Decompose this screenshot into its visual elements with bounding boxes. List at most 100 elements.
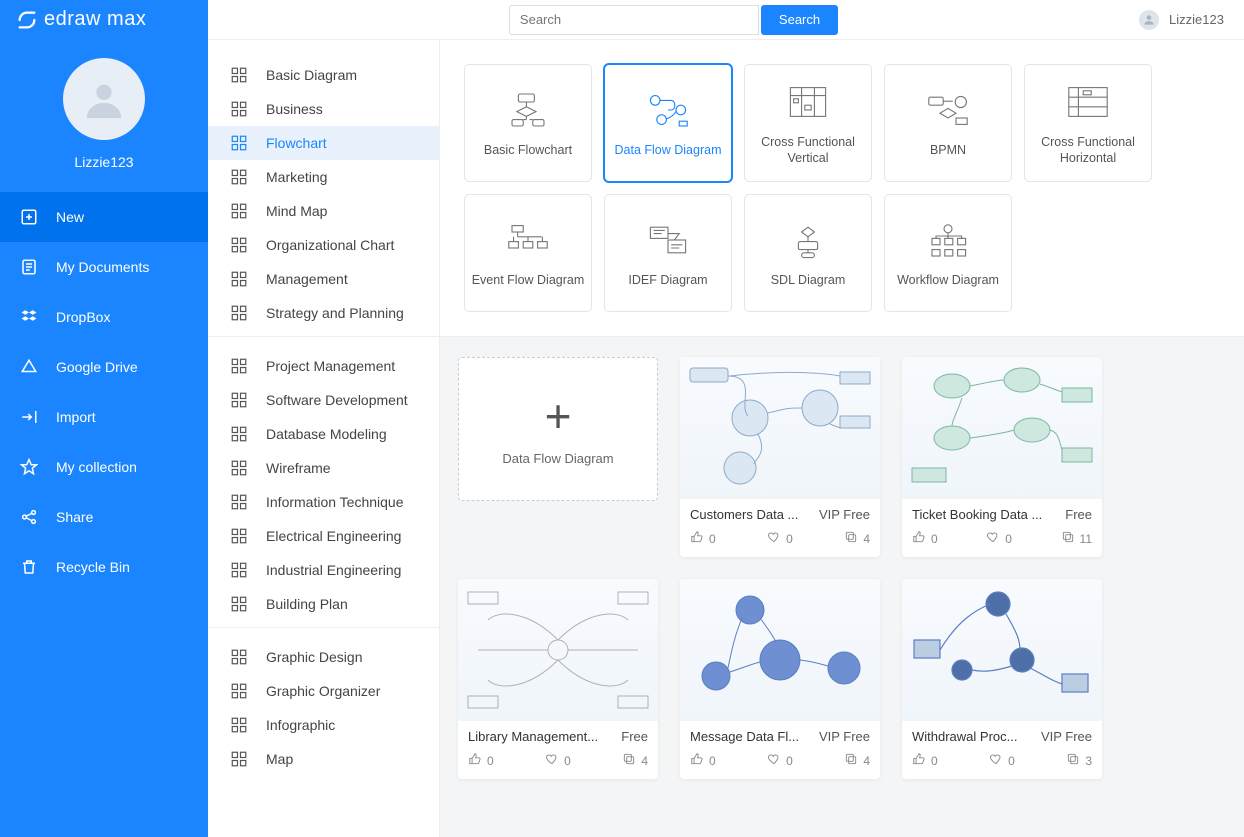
template-card[interactable]: Customers Data ...VIP Free004 [680,357,880,557]
user-menu[interactable]: Lizzie123 [1139,10,1224,30]
category-icon [230,459,248,477]
category-item[interactable]: Database Modeling [208,417,439,451]
category-item[interactable]: Organizational Chart [208,228,439,262]
sidebar-item-my-documents[interactable]: My Documents [0,242,208,292]
like-count: 0 [931,754,938,768]
sidebar-item-label: DropBox [56,309,110,325]
category-item[interactable]: Business [208,92,439,126]
thumbs-up-icon [690,752,704,769]
like-stat[interactable]: 0 [912,530,938,547]
category-item[interactable]: Basic Diagram [208,58,439,92]
category-icon [230,648,248,666]
favorite-stat[interactable]: 0 [989,752,1015,769]
diagram-type-tile[interactable]: Event Flow Diagram [464,194,592,312]
copy-stat[interactable]: 11 [1061,530,1092,547]
edraw-logo-icon [16,9,38,31]
like-stat[interactable]: 0 [468,752,494,769]
favorite-count: 0 [786,532,793,546]
category-item[interactable]: Mind Map [208,194,439,228]
diagram-type-icon [784,80,832,124]
category-item[interactable]: Infographic [208,708,439,742]
template-card[interactable]: Withdrawal Proc...VIP Free003 [902,579,1102,779]
favorite-stat[interactable]: 0 [545,752,571,769]
template-title: Message Data Fl... [690,729,811,744]
diagram-type-tile[interactable]: Basic Flowchart [464,64,592,182]
copy-stat[interactable]: 4 [622,752,648,769]
sidebar-item-label: My collection [56,459,137,475]
templates-grid: +Data Flow DiagramCustomers Data ...VIP … [440,337,1244,837]
diagram-type-tile[interactable]: Cross Functional Vertical [744,64,872,182]
category-item[interactable]: Map [208,742,439,776]
diagram-type-label: Basic Flowchart [484,142,572,158]
template-card[interactable]: Library Management...Free004 [458,579,658,779]
diagram-type-icon [924,218,972,262]
dropbox-icon [20,308,38,326]
category-item[interactable]: Marketing [208,160,439,194]
favorite-count: 0 [786,754,793,768]
like-stat[interactable]: 0 [690,752,716,769]
sidebar-item-label: My Documents [56,259,149,275]
favorite-stat[interactable]: 0 [767,752,793,769]
search-input[interactable] [509,5,759,35]
favorite-stat[interactable]: 0 [986,530,1012,547]
template-title: Withdrawal Proc... [912,729,1033,744]
category-item[interactable]: Industrial Engineering [208,553,439,587]
diagram-type-tile[interactable]: Data Flow Diagram [604,64,732,182]
category-item[interactable]: Electrical Engineering [208,519,439,553]
search-button[interactable]: Search [761,5,838,35]
username-label: Lizzie123 [1169,12,1224,27]
diagram-type-icon [504,218,552,262]
category-icon [230,168,248,186]
diagram-type-tile[interactable]: Cross Functional Horizontal [1024,64,1152,182]
sidebar-item-recycle-bin[interactable]: Recycle Bin [0,542,208,592]
category-icon [230,66,248,84]
category-item[interactable]: Graphic Design [208,640,439,674]
category-item[interactable]: Wireframe [208,451,439,485]
sidebar-item-label: Import [56,409,96,425]
blank-template-label: Data Flow Diagram [502,451,613,466]
copy-icon [844,752,858,769]
sidebar-item-my-collection[interactable]: My collection [0,442,208,492]
category-item[interactable]: Flowchart [208,126,439,160]
copy-stat[interactable]: 4 [844,752,870,769]
star-icon [20,458,38,476]
diagram-type-icon [784,218,832,262]
category-item[interactable]: Software Development [208,383,439,417]
like-stat[interactable]: 0 [912,752,938,769]
category-label: Graphic Organizer [266,683,380,699]
template-blank[interactable]: +Data Flow Diagram [458,357,658,501]
heart-icon [767,752,781,769]
copy-stat[interactable]: 4 [844,530,870,547]
sidebar-item-dropbox[interactable]: DropBox [0,292,208,342]
template-badge: VIP Free [819,729,870,744]
diagram-type-label: Cross Functional Horizontal [1031,134,1145,167]
template-thumbnail [458,579,658,721]
template-badge: VIP Free [819,507,870,522]
diagram-type-tile[interactable]: SDL Diagram [744,194,872,312]
category-section: Graphic Design Graphic Organizer Infograph… [208,634,439,782]
copy-stat[interactable]: 3 [1066,752,1092,769]
category-item[interactable]: Graphic Organizer [208,674,439,708]
sidebar-item-new[interactable]: New [0,192,208,242]
category-item[interactable]: Building Plan [208,587,439,621]
category-icon [230,716,248,734]
user-avatar-icon [1139,10,1159,30]
category-item[interactable]: Strategy and Planning [208,296,439,330]
sidebar-item-share[interactable]: Share [0,492,208,542]
favorite-stat[interactable]: 0 [767,530,793,547]
template-card[interactable]: Message Data Fl... VIP Free 0 0 4 [680,579,880,779]
sidebar-item-import[interactable]: Import [0,392,208,442]
diagram-type-tile[interactable]: IDEF Diagram [604,194,732,312]
category-icon [230,391,248,409]
category-label: Infographic [266,717,335,733]
category-item[interactable]: Project Management [208,349,439,383]
diagram-type-tile[interactable]: Workflow Diagram [884,194,1012,312]
template-card[interactable]: Ticket Booking Data ...Free0011 [902,357,1102,557]
category-item[interactable]: Information Technique [208,485,439,519]
like-stat[interactable]: 0 [690,530,716,547]
sidebar-item-google-drive[interactable]: Google Drive [0,342,208,392]
diagram-type-tile[interactable]: BPMN [884,64,1012,182]
category-icon [230,561,248,579]
drive-icon [20,358,38,376]
category-item[interactable]: Management [208,262,439,296]
